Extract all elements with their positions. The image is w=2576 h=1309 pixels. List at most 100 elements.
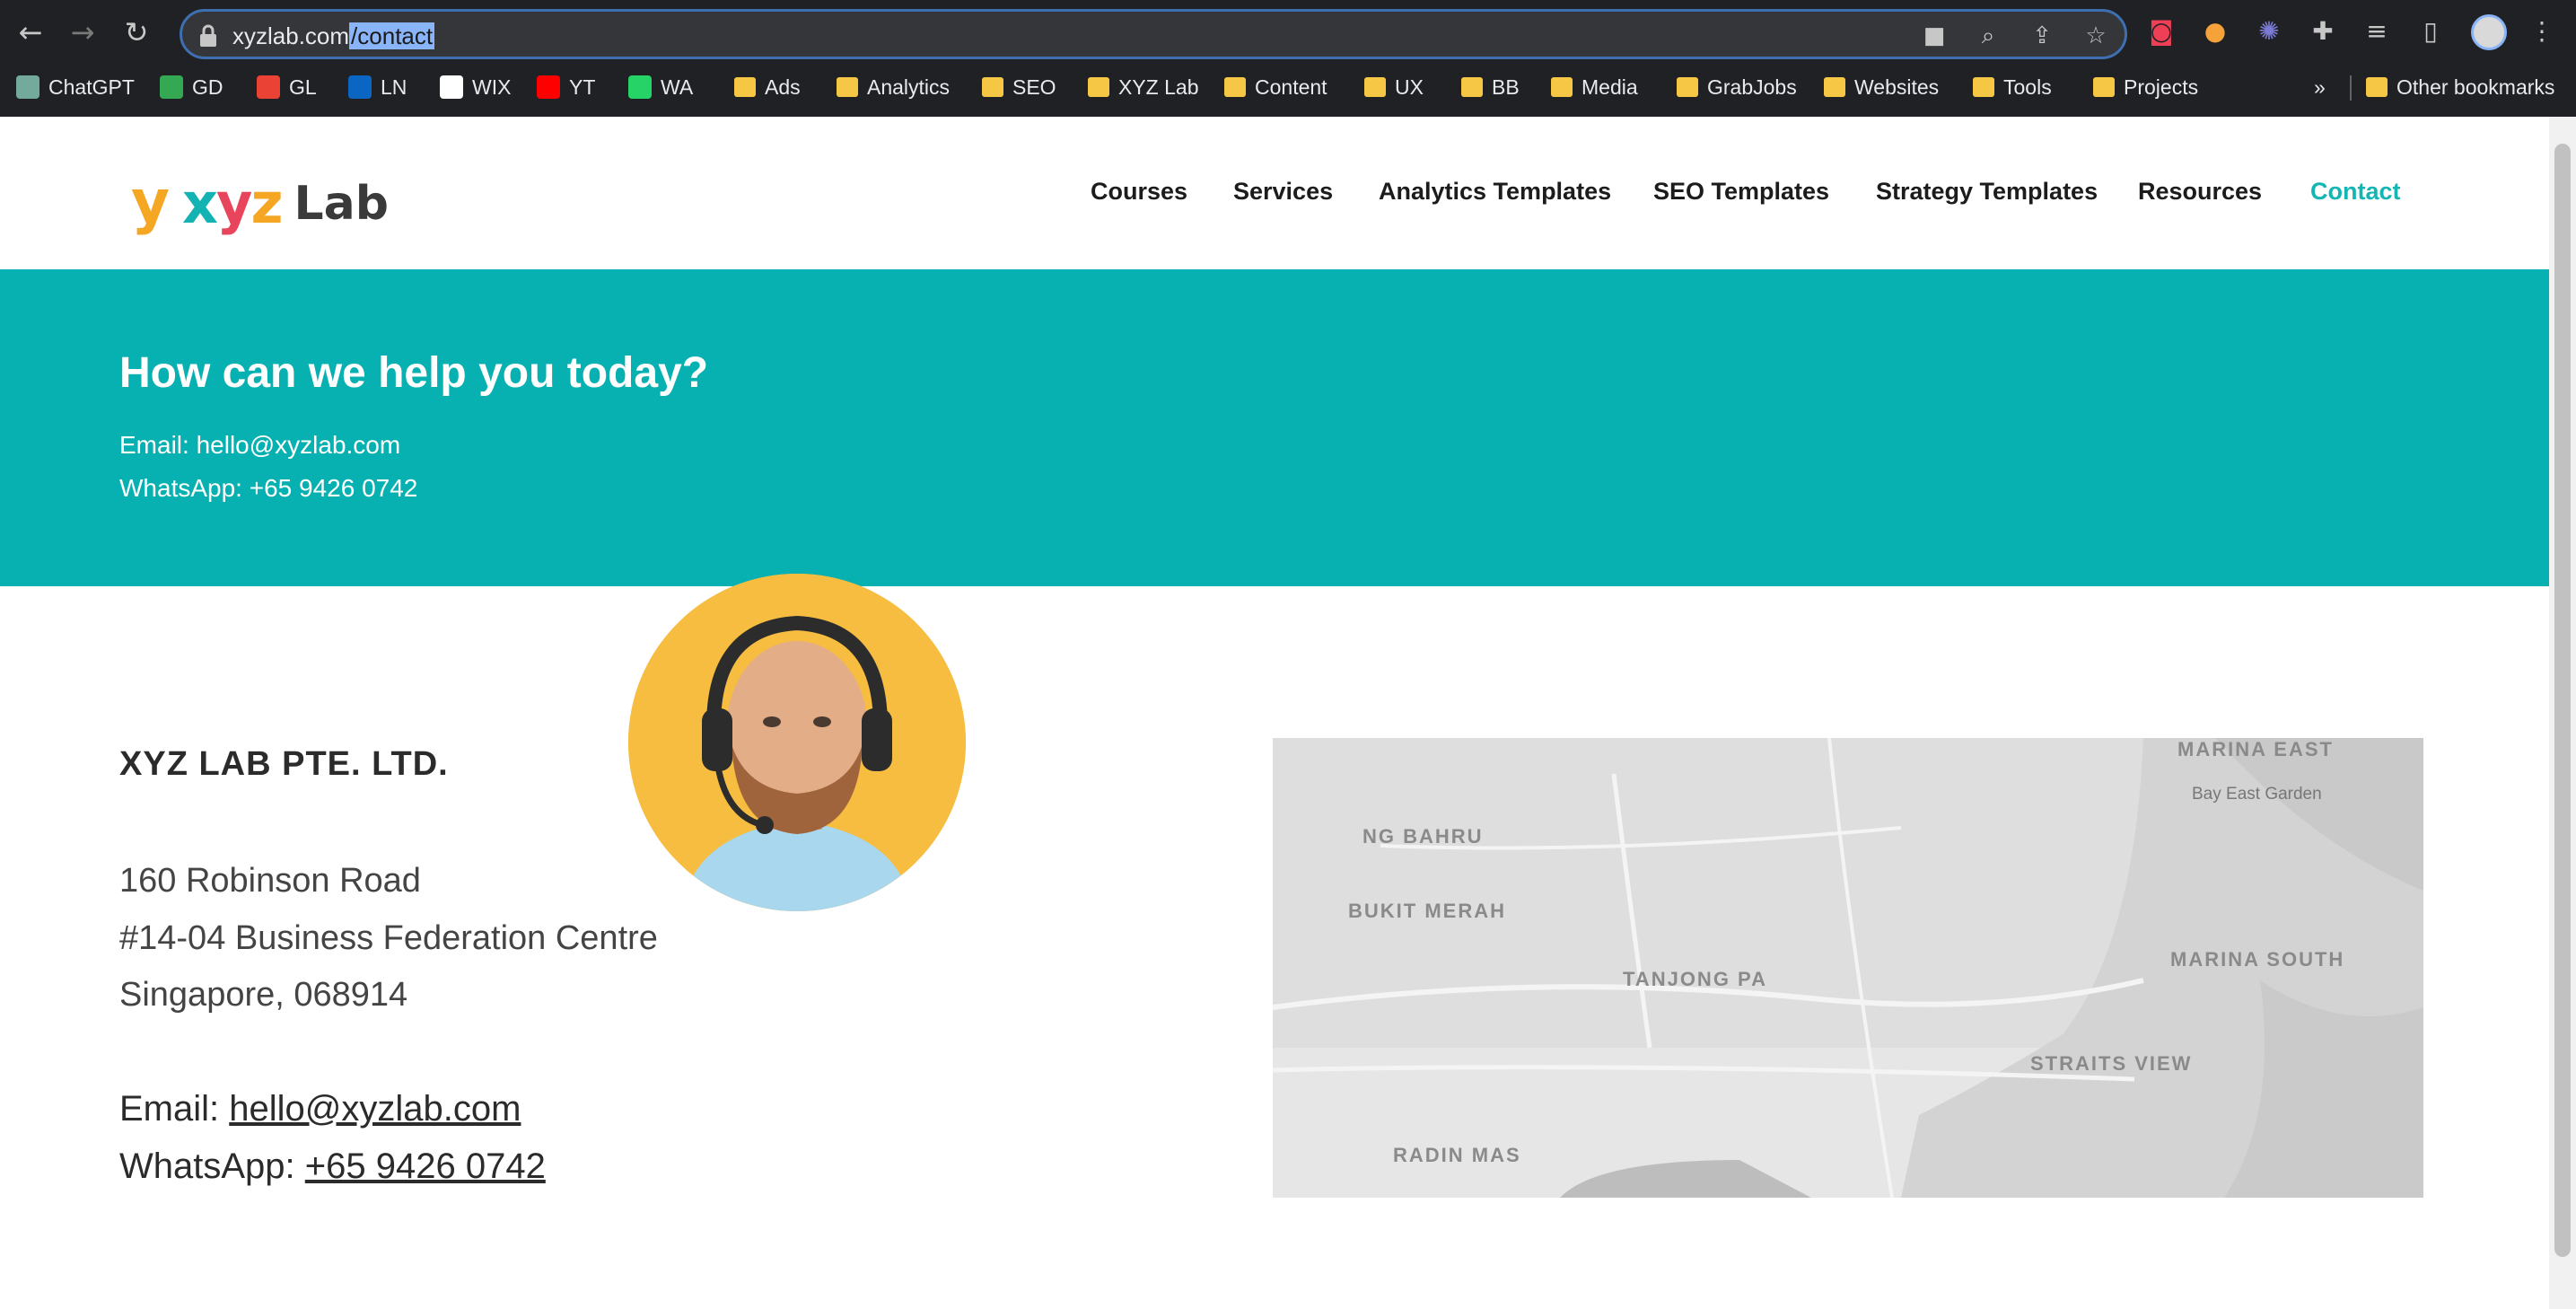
bookmarks-overflow-chevron[interactable]: » xyxy=(2314,72,2326,102)
nav-strategy-templates[interactable]: Strategy Templates xyxy=(1876,178,2098,206)
youtube-icon xyxy=(537,75,560,99)
folder-icon xyxy=(1364,77,1386,97)
folder-icon xyxy=(1824,77,1845,97)
bookmark-label: YT xyxy=(569,75,596,99)
folder-icon xyxy=(1551,77,1573,97)
browser-toolbar: ← → ↻ xyzlab.com/contact ■ ⌕ ⇪ ☆ ◙ ● ✺ ✚… xyxy=(0,0,2576,65)
camera-icon[interactable]: ■ xyxy=(1921,22,1948,49)
bookmark-projects[interactable]: Projects xyxy=(2093,72,2198,102)
nav-seo-templates[interactable]: SEO Templates xyxy=(1653,178,1829,206)
hero-whatsapp: WhatsApp: +65 9426 0742 xyxy=(119,474,418,502)
zoom-icon[interactable]: ⌕ xyxy=(1975,22,2002,49)
hero-banner: How can we help you today? Email: hello@… xyxy=(0,269,2549,586)
bookmarks-divider xyxy=(2350,75,2352,101)
company-name: XYZ LAB PTE. LTD. xyxy=(119,745,449,783)
bookmark-ln[interactable]: LN xyxy=(348,72,407,102)
share-icon[interactable]: ⇪ xyxy=(2028,22,2055,49)
nav-analytics-templates[interactable]: Analytics Templates xyxy=(1379,178,1611,206)
browser-chrome: ← → ↻ xyzlab.com/contact ■ ⌕ ⇪ ☆ ◙ ● ✺ ✚… xyxy=(0,0,2576,117)
nav-services[interactable]: Services xyxy=(1233,178,1333,206)
map-label-radin-mas: RADIN MAS xyxy=(1393,1144,1521,1166)
nav-contact[interactable]: Contact xyxy=(2310,178,2401,206)
bookmark-yt[interactable]: YT xyxy=(537,72,595,102)
bookmark-grabjobs[interactable]: GrabJobs xyxy=(1677,72,1797,102)
bookmark-label: GL xyxy=(289,75,317,99)
google-map[interactable]: MARINA EAST Bay East Garden NG BAHRU BUK… xyxy=(1273,738,2423,1198)
other-bookmarks[interactable]: Other bookmarks xyxy=(2366,72,2554,102)
contact-email-row: Email: hello@xyzlab.com xyxy=(119,1089,521,1129)
email-link[interactable]: hello@xyzlab.com xyxy=(229,1089,521,1129)
map-label-straits-view: STRAITS VIEW xyxy=(2030,1052,2193,1075)
scrollbar-thumb[interactable] xyxy=(2554,144,2571,1257)
address-line-3: Singapore, 068914 xyxy=(119,976,408,1014)
address-line-2: #14-04 Business Federation Centre xyxy=(119,919,658,957)
bookmark-label: WA xyxy=(661,75,694,99)
folder-icon xyxy=(1461,77,1483,97)
nav-courses[interactable]: Courses xyxy=(1091,178,1187,206)
bookmark-ads[interactable]: Ads xyxy=(734,72,801,102)
side-panel-icon[interactable]: ▯ xyxy=(2415,16,2446,47)
bookmark-media[interactable]: Media xyxy=(1551,72,1638,102)
media-control-icon[interactable]: ≡ xyxy=(2361,16,2392,47)
folder-icon xyxy=(1973,77,1994,97)
pocket-icon[interactable]: ◙ xyxy=(2146,16,2177,47)
bookmark-gl[interactable]: GL xyxy=(257,72,317,102)
logo-wordmark-lab: Lab xyxy=(294,177,389,231)
bookmark-label: Media xyxy=(1582,75,1638,99)
bookmark-label: GD xyxy=(192,75,223,99)
bookmark-label: WIX xyxy=(472,75,512,99)
url-path-selected: /contact xyxy=(349,22,435,49)
forward-arrow-icon[interactable]: → xyxy=(65,14,101,50)
whatsapp-link[interactable]: +65 9426 0742 xyxy=(305,1146,546,1186)
logo-wordmark-xyz: xyz xyxy=(182,171,284,236)
bookmark-seo[interactable]: SEO xyxy=(982,72,1056,102)
page-scrollbar[interactable] xyxy=(2549,117,2576,1309)
folder-icon xyxy=(982,77,1003,97)
extension-gear-icon[interactable]: ✺ xyxy=(2254,16,2284,47)
webcam-bubble[interactable] xyxy=(628,574,966,911)
bookmark-label: LN xyxy=(381,75,407,99)
nav-resources[interactable]: Resources xyxy=(2138,178,2262,206)
bookmark-label: GrabJobs xyxy=(1707,75,1797,99)
map-label-bukit-merah: BUKIT MERAH xyxy=(1348,900,1506,922)
bookmark-xyz-lab[interactable]: XYZ Lab xyxy=(1088,72,1199,102)
contact-whatsapp-row: WhatsApp: +65 9426 0742 xyxy=(119,1146,546,1187)
bookmark-label: Websites xyxy=(1854,75,1940,99)
bookmarks-bar: ChatGPT GD GL LN WIX YT WA Ads Analytics SEO XYZ L… xyxy=(0,65,2576,110)
bookmark-content[interactable]: Content xyxy=(1224,72,1327,102)
folder-icon xyxy=(837,77,858,97)
bookmark-label: XYZ Lab xyxy=(1118,75,1199,99)
whatsapp-label: WhatsApp: xyxy=(119,1146,305,1186)
bookmark-wa[interactable]: WA xyxy=(628,72,693,102)
url-text[interactable]: xyzlab.com/contact xyxy=(232,22,435,49)
linkedin-icon xyxy=(348,75,372,99)
folder-icon xyxy=(1677,77,1698,97)
extensions-puzzle-icon[interactable]: ✚ xyxy=(2308,16,2338,47)
menu-kebab-icon[interactable]: ⋮ xyxy=(2527,16,2557,47)
logo-mark: y xyxy=(131,167,171,236)
bookmark-label: Analytics xyxy=(867,75,951,99)
extension-monkey-icon[interactable]: ● xyxy=(2200,16,2230,47)
chatgpt-icon xyxy=(16,75,39,99)
folder-icon xyxy=(2366,77,2388,97)
bookmark-analytics[interactable]: Analytics xyxy=(837,72,950,102)
bookmark-gd[interactable]: GD xyxy=(160,72,223,102)
bookmark-chatgpt[interactable]: ChatGPT xyxy=(16,72,135,102)
bookmark-ux[interactable]: UX xyxy=(1364,72,1424,102)
back-arrow-icon[interactable]: ← xyxy=(13,14,48,50)
bookmark-label: SEO xyxy=(1012,75,1056,99)
other-bookmarks-label: Other bookmarks xyxy=(2396,75,2555,99)
profile-avatar[interactable] xyxy=(2471,14,2507,50)
bookmark-bb[interactable]: BB xyxy=(1461,72,1520,102)
address-bar[interactable]: xyzlab.com/contact ■ ⌕ ⇪ ☆ xyxy=(180,9,2127,59)
site-logo[interactable]: y xyz Lab xyxy=(131,160,389,232)
bookmark-tools[interactable]: Tools xyxy=(1973,72,2052,102)
bookmark-star-icon[interactable]: ☆ xyxy=(2082,22,2109,49)
reload-icon[interactable]: ↻ xyxy=(118,14,154,50)
lock-icon xyxy=(200,24,216,47)
bookmark-wix[interactable]: WIX xyxy=(440,72,511,102)
bookmark-websites[interactable]: Websites xyxy=(1824,72,1939,102)
whatsapp-icon xyxy=(628,75,652,99)
web-page: y xyz Lab Courses Services Analytics Templ… xyxy=(0,117,2549,1309)
site-header: y xyz Lab Courses Services Analytics Templ… xyxy=(0,117,2549,269)
